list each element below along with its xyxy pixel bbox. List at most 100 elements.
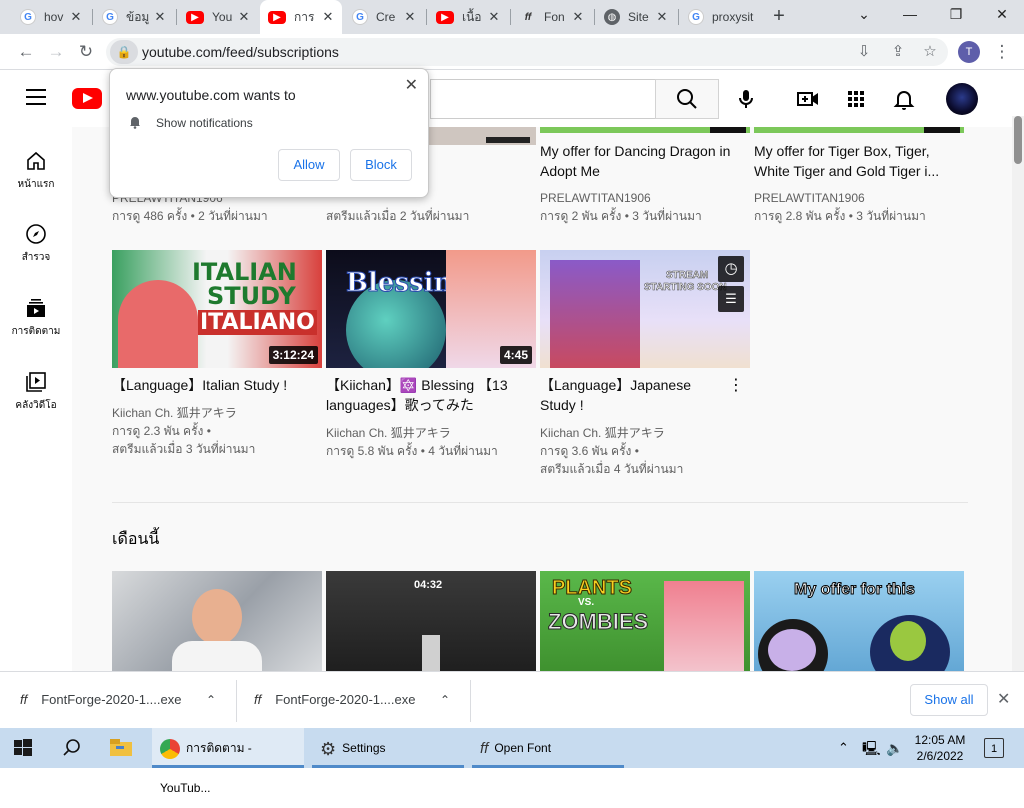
youtube-logo[interactable] — [72, 88, 102, 109]
video-title[interactable]: 【Language】Japanese Study ! — [540, 375, 720, 415]
bookmark-star-icon[interactable]: ☆ — [918, 40, 942, 64]
taskbar-openfont[interactable]: ff Open Font — [472, 728, 624, 768]
minimize-button[interactable]: — — [898, 6, 922, 26]
tab-hov[interactable]: G hov ✕ — [12, 0, 90, 34]
subscriptions-icon — [24, 296, 48, 320]
more-actions-icon[interactable]: ⋮ — [728, 375, 744, 395]
search-input[interactable] — [430, 79, 656, 119]
video-meta: การดู 2.3 พัน ครั้ง • — [112, 424, 211, 438]
file-explorer-icon[interactable] — [108, 728, 136, 768]
video-channel[interactable]: Kiichan Ch. 狐井アキラ — [540, 424, 750, 442]
download-item[interactable]: ff FontForge-2020-1....exe — [254, 688, 415, 712]
tab-subscriptions-active[interactable]: ▶ การ ✕ — [260, 0, 342, 34]
close-tab-icon[interactable]: ✕ — [402, 9, 418, 25]
tab-proxysite[interactable]: G proxysit — [680, 0, 756, 34]
video-thumbnail[interactable]: 04:32 — [326, 571, 536, 671]
close-window-button[interactable]: ✕ — [990, 6, 1014, 26]
video-thumbnail-blessing[interactable]: Blessing 4:45 — [326, 250, 536, 368]
account-avatar[interactable] — [946, 83, 978, 115]
scrollbar-thumb[interactable] — [1014, 116, 1022, 164]
volume-muted-icon[interactable]: 🔈 — [886, 728, 903, 768]
search-button[interactable] — [655, 79, 719, 119]
taskbar-settings[interactable]: ⚙ Settings — [312, 728, 464, 768]
video-thumbnail[interactable] — [112, 571, 322, 671]
thumb-text: ZOMBIES — [547, 609, 649, 635]
chrome-icon — [160, 738, 180, 759]
video-channel[interactable]: Kiichan Ch. 狐井アキラ — [326, 424, 536, 442]
reload-button[interactable]: ↻ — [74, 40, 98, 64]
tab-separator — [92, 9, 93, 25]
menu-icon[interactable] — [26, 89, 46, 105]
chrome-menu-icon[interactable]: ⋮ — [990, 40, 1014, 64]
tab-create[interactable]: G Cre ✕ — [344, 0, 424, 34]
action-center-icon[interactable]: 1 — [984, 738, 1004, 758]
start-button[interactable] — [14, 728, 34, 768]
back-button[interactable]: ← — [14, 40, 38, 64]
new-tab-button[interactable]: + — [768, 6, 790, 28]
search-icon[interactable] — [62, 728, 82, 768]
taskbar-chrome[interactable]: การติดตาม - YouTub... — [152, 728, 304, 795]
video-title[interactable]: 【Language】Italian Study ! — [112, 375, 312, 395]
close-tab-icon[interactable]: ✕ — [654, 9, 670, 25]
video-channel[interactable]: Kiichan Ch. 狐井アキラ — [112, 404, 322, 422]
notifications-bell-icon[interactable] — [892, 87, 916, 111]
download-item[interactable]: ff FontForge-2020-1....exe — [20, 688, 181, 712]
lock-icon[interactable]: 🔒 — [110, 40, 138, 64]
video-channel[interactable]: PRELAWTITAN1906 — [754, 189, 964, 207]
allow-button[interactable]: Allow — [278, 149, 340, 181]
guide-home[interactable]: หน้าแรก — [0, 149, 72, 192]
tab-youtube-content[interactable]: ▶ เนื้อ ✕ — [428, 0, 508, 34]
close-icon[interactable]: ✕ — [405, 75, 418, 95]
network-icon[interactable]: 🖳 — [862, 728, 881, 768]
clock[interactable]: 12:05 AM 2/6/2022 — [912, 732, 968, 764]
tab-strip: G hov ✕ G ข้อมู ✕ ▶ You ✕ ▶ การ ✕ G Cre … — [0, 0, 1024, 34]
create-video-icon[interactable] — [796, 87, 820, 111]
close-tab-icon[interactable]: ✕ — [236, 9, 252, 25]
chevron-up-icon[interactable]: ⌃ — [440, 688, 450, 712]
video-meta: การดู 2 พัน ครั้ง • 3 วันที่ผ่านมา — [540, 209, 702, 223]
page-scrollbar[interactable] — [1012, 116, 1024, 671]
video-title[interactable]: My offer for Tiger Box, Tiger, White Tig… — [754, 141, 954, 181]
tab-youtube[interactable]: ▶ You ✕ — [178, 0, 258, 34]
guide-subscriptions[interactable]: การติดตาม — [0, 296, 72, 339]
show-all-button[interactable]: Show all — [910, 684, 988, 716]
guide-explore[interactable]: สำรวจ — [0, 222, 72, 265]
chevron-up-icon[interactable]: ⌃ — [206, 688, 216, 712]
show-hidden-icons[interactable]: ⌃ — [838, 728, 849, 768]
close-tab-icon[interactable]: ✕ — [570, 9, 586, 25]
close-tab-icon[interactable]: ✕ — [68, 9, 84, 25]
tab-thai-info[interactable]: G ข้อมู ✕ — [94, 0, 174, 34]
tab-site[interactable]: ◍ Site ✕ — [596, 0, 676, 34]
character-art — [664, 581, 744, 671]
video-title[interactable]: 【Kiichan】🔯 Blessing 【13 languages】歌ってみた — [326, 375, 526, 415]
close-tab-icon[interactable]: ✕ — [320, 9, 336, 25]
video-thumbnail[interactable]: PLANTS VS. ZOMBIES — [540, 571, 750, 671]
home-icon — [24, 149, 48, 173]
microphone-icon[interactable] — [734, 87, 758, 111]
maximize-button[interactable]: ❐ — [944, 6, 968, 26]
close-tab-icon[interactable]: ✕ — [152, 9, 168, 25]
forward-button[interactable]: → — [44, 40, 68, 64]
watch-later-icon[interactable]: ◷ — [718, 256, 744, 282]
address-bar[interactable]: 🔒 youtube.com/feed/subscriptions ⇩ ⇪ ☆ — [106, 38, 948, 66]
guide-library[interactable]: คลังวิดีโอ — [0, 370, 72, 413]
video-title[interactable]: My offer for Dancing Dragon in Adopt Me — [540, 141, 740, 181]
apps-grid-icon[interactable] — [844, 87, 868, 111]
tab-search-icon[interactable]: ⌄ — [852, 6, 876, 26]
video-thumbnail-japanese-study[interactable]: STREAM STARTING SOON ◷ ☰ — [540, 250, 750, 368]
profile-avatar[interactable]: T — [958, 41, 980, 63]
close-icon[interactable]: ✕ — [997, 689, 1010, 709]
tab-fontforge[interactable]: ff Fon ✕ — [512, 0, 592, 34]
share-icon[interactable]: ⇪ — [886, 40, 910, 64]
close-tab-icon[interactable]: ✕ — [486, 9, 502, 25]
block-button[interactable]: Block — [350, 149, 412, 181]
character-art — [118, 280, 198, 368]
video-thumbnail[interactable] — [540, 127, 750, 133]
video-channel[interactable]: PRELAWTITAN1906 — [540, 189, 750, 207]
video-thumbnail[interactable] — [754, 127, 964, 133]
add-to-queue-icon[interactable]: ☰ — [718, 286, 744, 312]
tab-title: You — [212, 10, 233, 24]
install-app-icon[interactable]: ⇩ — [852, 40, 876, 64]
video-thumbnail[interactable]: My offer for this — [754, 571, 964, 671]
video-thumbnail-italian-study[interactable]: ITALIAN STUDY ITALIANO 3:12:24 — [112, 250, 322, 368]
